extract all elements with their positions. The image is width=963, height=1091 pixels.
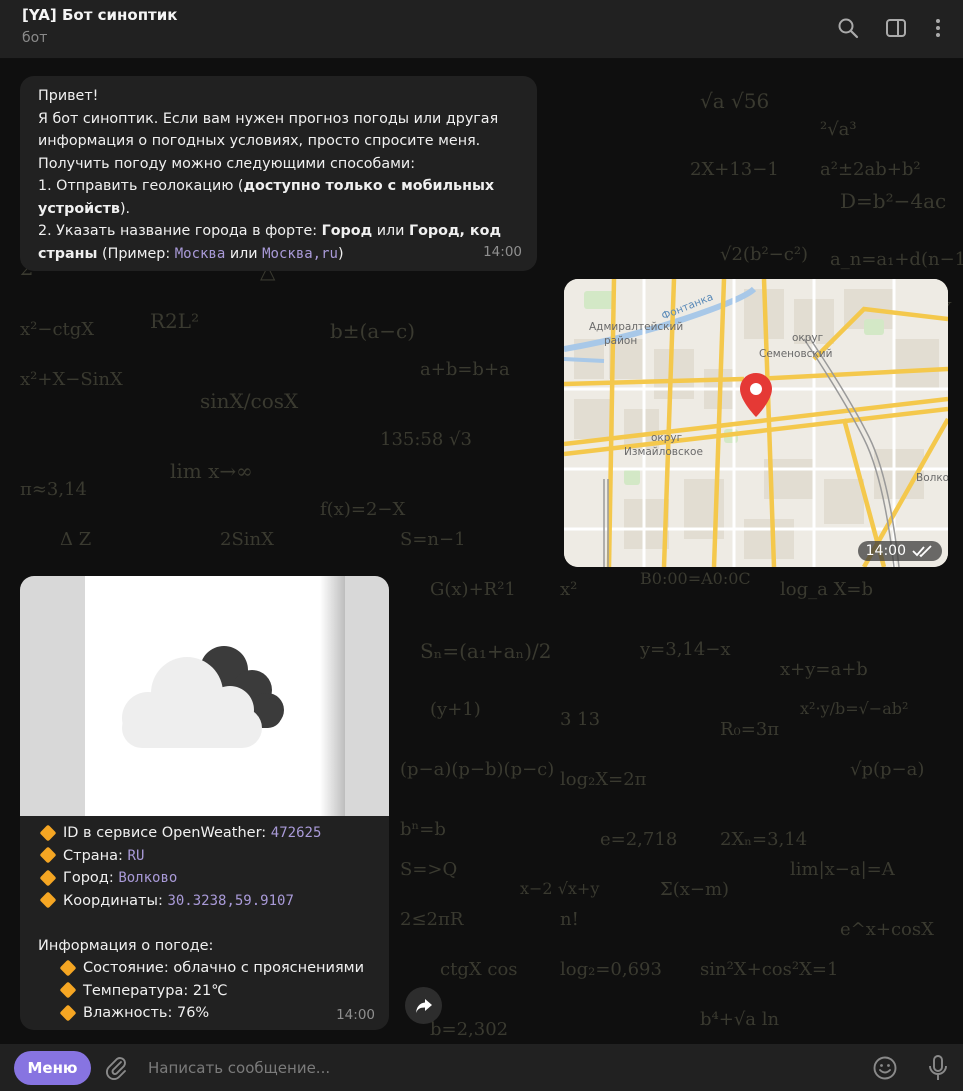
weather-message[interactable]: ID в сервисе OpenWeather: 472625 Страна:… bbox=[20, 576, 389, 1030]
message-text: или bbox=[372, 223, 409, 239]
diamond-icon bbox=[59, 1004, 77, 1021]
diamond-icon bbox=[39, 824, 57, 841]
message-time: 14:00 bbox=[483, 243, 522, 260]
message-bold-text: доступно только с мобильных bbox=[243, 178, 495, 194]
weather-country-value[interactable]: RU bbox=[128, 848, 145, 864]
sidebar-icon[interactable] bbox=[882, 14, 910, 42]
chat-header[interactable]: [YA] Бот синоптик бот bbox=[0, 0, 963, 59]
weather-city-value[interactable]: Волково bbox=[118, 870, 177, 886]
menu-button[interactable]: Меню bbox=[14, 1051, 91, 1085]
weather-state-row: Состояние: облачно с прояснениями bbox=[38, 957, 388, 980]
weather-temp-row: Температура: 21℃ bbox=[38, 980, 388, 1003]
more-icon[interactable] bbox=[924, 14, 952, 42]
weather-info-title: Информация о погоде: bbox=[38, 937, 214, 954]
partly-cloudy-icon bbox=[122, 646, 284, 748]
map-label: район bbox=[604, 335, 637, 347]
weather-coords-value[interactable]: 30.3238,59.9107 bbox=[167, 893, 293, 909]
map-pin-icon bbox=[740, 373, 772, 417]
weather-id-value[interactable]: 472625 bbox=[271, 825, 322, 841]
message-item-1: 1. Отправить геолокацию (доступно только… bbox=[38, 175, 519, 198]
location-map-message[interactable]: Адмиралтейский район округ Семеновский о… bbox=[564, 279, 948, 567]
weather-label: Температура: 21℃ bbox=[83, 982, 228, 999]
map-label: округ bbox=[792, 332, 823, 344]
message-text: ) bbox=[337, 245, 344, 262]
message-input-bar: Меню bbox=[0, 1044, 963, 1091]
weather-coords-row: Координаты: 30.3238,59.9107 bbox=[38, 890, 388, 913]
welcome-message[interactable]: Привет! Я бот синоптик. Если вам нужен п… bbox=[20, 76, 537, 271]
weather-id-row: ID в сервисе OpenWeather: 472625 bbox=[38, 822, 388, 845]
weather-text: ID в сервисе OpenWeather: 472625 Страна:… bbox=[38, 822, 388, 1025]
attach-icon[interactable] bbox=[104, 1055, 130, 1081]
map-label: Измайловское bbox=[624, 446, 703, 458]
diamond-icon bbox=[59, 981, 77, 999]
weather-label: Координаты: bbox=[63, 892, 168, 909]
message-bold-text: устройств bbox=[38, 200, 120, 217]
message-bold-text: Город, код bbox=[408, 223, 501, 239]
message-item-1-cont: устройств). bbox=[38, 198, 519, 221]
double-check-icon bbox=[912, 545, 932, 558]
search-icon[interactable] bbox=[834, 14, 862, 42]
message-time: 14:00 bbox=[865, 543, 906, 559]
share-icon bbox=[415, 998, 432, 1013]
diamond-icon bbox=[59, 959, 77, 976]
message-time: 14:00 bbox=[336, 1007, 375, 1023]
message-input[interactable] bbox=[148, 1054, 848, 1082]
weather-label: Состояние: облачно с прояснениями bbox=[83, 960, 365, 976]
message-text: 1. Отправить геолокацию ( bbox=[38, 178, 244, 194]
weather-label: ID в сервисе OpenWeather: bbox=[63, 825, 271, 841]
example-city-1[interactable]: Москва bbox=[175, 246, 226, 262]
message-bold-text: Город bbox=[321, 223, 373, 239]
diamond-icon bbox=[39, 869, 57, 886]
message-bold-text: страны bbox=[38, 245, 98, 262]
map-image: Адмиралтейский район округ Семеновский о… bbox=[564, 279, 948, 567]
message-item-2-cont: страны (Пример: Москва или Москва,ru) bbox=[38, 243, 519, 266]
example-city-2[interactable]: Москва,ru bbox=[262, 246, 338, 262]
message-text: ). bbox=[119, 200, 131, 217]
chat-subtitle: бот bbox=[22, 30, 48, 46]
message-line: Получить погоду можно следующими способа… bbox=[38, 155, 416, 172]
map-label: Семеновский bbox=[759, 348, 832, 360]
map-label: Волков bbox=[916, 472, 948, 484]
message-line: Я бот синоптик. Если вам нужен прогноз п… bbox=[38, 110, 499, 127]
message-line: информация о погодных условиях, просто с… bbox=[38, 133, 481, 149]
mic-icon[interactable] bbox=[927, 1054, 949, 1082]
map-label: Адмиралтейский bbox=[589, 321, 683, 333]
message-text: 2. Указать название города в форте: bbox=[38, 223, 322, 239]
weather-image bbox=[20, 576, 389, 816]
message-text: или bbox=[225, 245, 263, 262]
message-text: (Пример: bbox=[97, 245, 175, 262]
chat-title[interactable]: [YA] Бот синоптик bbox=[22, 6, 177, 24]
diamond-icon bbox=[39, 846, 57, 864]
diamond-icon bbox=[39, 891, 57, 909]
map-message-time: 14:00 bbox=[857, 541, 942, 561]
weather-label: Страна: bbox=[63, 847, 128, 864]
weather-country-row: Страна: RU bbox=[38, 845, 388, 868]
weather-label: Влажность: 76% bbox=[83, 1005, 210, 1021]
emoji-icon[interactable] bbox=[872, 1055, 898, 1081]
message-item-2: 2. Указать название города в форте: Горо… bbox=[38, 220, 519, 243]
map-label: округ bbox=[651, 432, 682, 444]
weather-city-row: Город: Волково bbox=[38, 867, 388, 890]
share-button[interactable] bbox=[405, 987, 442, 1024]
message-line: Привет! bbox=[38, 88, 99, 104]
weather-label: Город: bbox=[63, 870, 119, 886]
